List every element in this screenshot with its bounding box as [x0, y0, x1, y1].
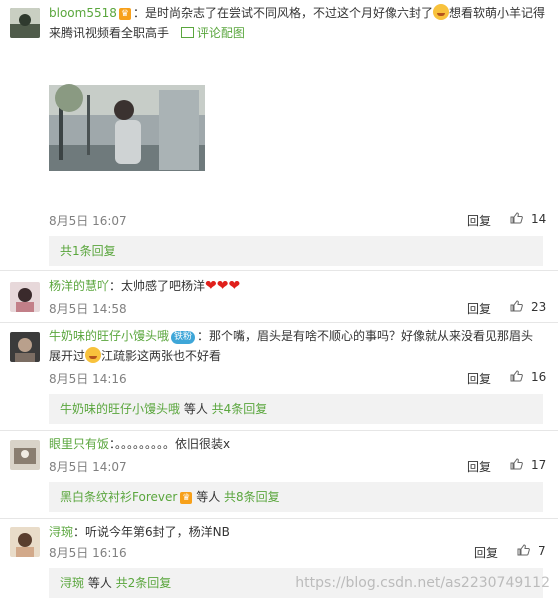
reply-summary-text: 等人: [192, 490, 225, 504]
like-button[interactable]: 14: [510, 212, 546, 226]
like-count: 23: [531, 300, 547, 314]
divider: [0, 322, 558, 323]
vip-badge: ♛: [180, 492, 193, 504]
reply-button[interactable]: 回复: [467, 370, 491, 387]
avatar[interactable]: [10, 527, 40, 557]
like-button[interactable]: 23: [510, 300, 546, 314]
heart-emoji-icon: ❤❤❤: [205, 278, 241, 294]
reply-user-link[interactable]: 牛奶味的旺仔小馒头哦: [60, 402, 180, 416]
thumbs-up-icon: [510, 458, 523, 470]
like-count: 7: [538, 544, 546, 558]
comment-text-line2: 来腾讯视频看全职高手: [49, 26, 170, 40]
view-replies-link[interactable]: 共8条回复: [224, 490, 280, 504]
laughing-emoji-icon: [85, 347, 102, 363]
avatar[interactable]: [10, 440, 40, 470]
avatar-image: [10, 8, 40, 38]
reply-summary: 牛奶味的旺仔小馒头哦 等人 共4条回复: [49, 394, 543, 424]
avatar-image: [10, 527, 40, 557]
like-count: 17: [531, 458, 547, 472]
view-comment-picture-link[interactable]: 评论配图: [180, 26, 245, 40]
comment-text: ：。。。。。。。。。依旧很装x: [109, 437, 231, 451]
avatar[interactable]: [10, 8, 40, 38]
thumbs-up-icon: [517, 544, 530, 556]
avatar[interactable]: [10, 332, 40, 362]
reply-summary: 共1条回复: [49, 236, 543, 266]
reply-summary-text: 等人: [180, 402, 212, 416]
avatar[interactable]: [10, 282, 40, 312]
reply-user-link[interactable]: 浔琬: [60, 576, 84, 590]
view-pic-label: 评论配图: [196, 26, 245, 40]
avatar-image: [10, 282, 40, 312]
divider: [0, 518, 558, 519]
comment-time: 8月5日 16:16: [49, 546, 127, 560]
view-replies-link[interactable]: 共4条回复: [212, 402, 268, 416]
divider: [0, 270, 558, 271]
like-count: 16: [531, 370, 547, 384]
reply-button[interactable]: 回复: [467, 458, 491, 475]
like-count: 14: [531, 212, 547, 226]
laughing-emoji-icon: [432, 4, 449, 20]
comment-text-line2a: 展开过: [49, 349, 86, 363]
thumbs-up-icon: [510, 300, 523, 312]
fans-badge: 铁粉: [171, 331, 196, 344]
comment-text-line2b: 江疏影这两张也不好看: [101, 349, 222, 363]
comment-username[interactable]: bloom5518: [49, 6, 117, 20]
comment-text: ：听说今年第6封了，杨洋NB: [73, 525, 230, 539]
comment-time: 8月5日 14:07: [49, 460, 127, 474]
avatar-image: [10, 332, 40, 362]
reply-summary: 黑白条纹衬衫Forever ♛ 等人 共8条回复: [49, 482, 543, 512]
like-button[interactable]: 17: [510, 458, 546, 472]
thumbs-up-icon: [510, 212, 523, 224]
reply-user-link[interactable]: 黑白条纹衬衫Forever: [60, 490, 177, 504]
reply-button[interactable]: 回复: [467, 300, 491, 317]
comment-text: ：那个嘴，眉头是有啥不顺心的事吗？好像就从来没看见那眉头: [197, 329, 534, 343]
view-replies-link[interactable]: 共2条回复: [116, 576, 172, 590]
picture-icon: [180, 27, 194, 38]
comment-time: 8月5日 14:16: [49, 372, 127, 386]
comment-text-cont: 想看软萌小羊记得: [448, 6, 545, 20]
like-button[interactable]: 7: [517, 544, 546, 558]
reply-summary-text: 等人: [84, 576, 116, 590]
view-replies-link[interactable]: 共1条回复: [60, 244, 116, 258]
reply-button[interactable]: 回复: [474, 544, 498, 561]
comment-username[interactable]: 杨洋的慧吖: [49, 279, 109, 293]
reply-button[interactable]: 回复: [467, 212, 491, 229]
comment-time: 8月5日 14:58: [49, 302, 127, 316]
comment-username[interactable]: 浔琬: [49, 525, 73, 539]
comment-text: ：太帅感了吧杨洋: [109, 279, 206, 293]
comment-picture[interactable]: [49, 50, 205, 206]
photo-image: [49, 50, 205, 206]
watermark: https://blog.csdn.net/as2230749112: [295, 575, 550, 591]
divider: [0, 430, 558, 431]
comment-text: ：是时尚杂志了在尝试不同风格，不过这个月好像六封了: [132, 6, 433, 20]
comment-time: 8月5日 16:07: [49, 214, 127, 228]
comment-username[interactable]: 眼里只有饭: [49, 437, 109, 451]
thumbs-up-icon: [510, 370, 523, 382]
like-button[interactable]: 16: [510, 370, 546, 384]
comment-username[interactable]: 牛奶味的旺仔小馒头哦: [49, 329, 169, 343]
vip-badge[interactable]: ♛: [118, 8, 131, 20]
avatar-image: [10, 440, 40, 470]
